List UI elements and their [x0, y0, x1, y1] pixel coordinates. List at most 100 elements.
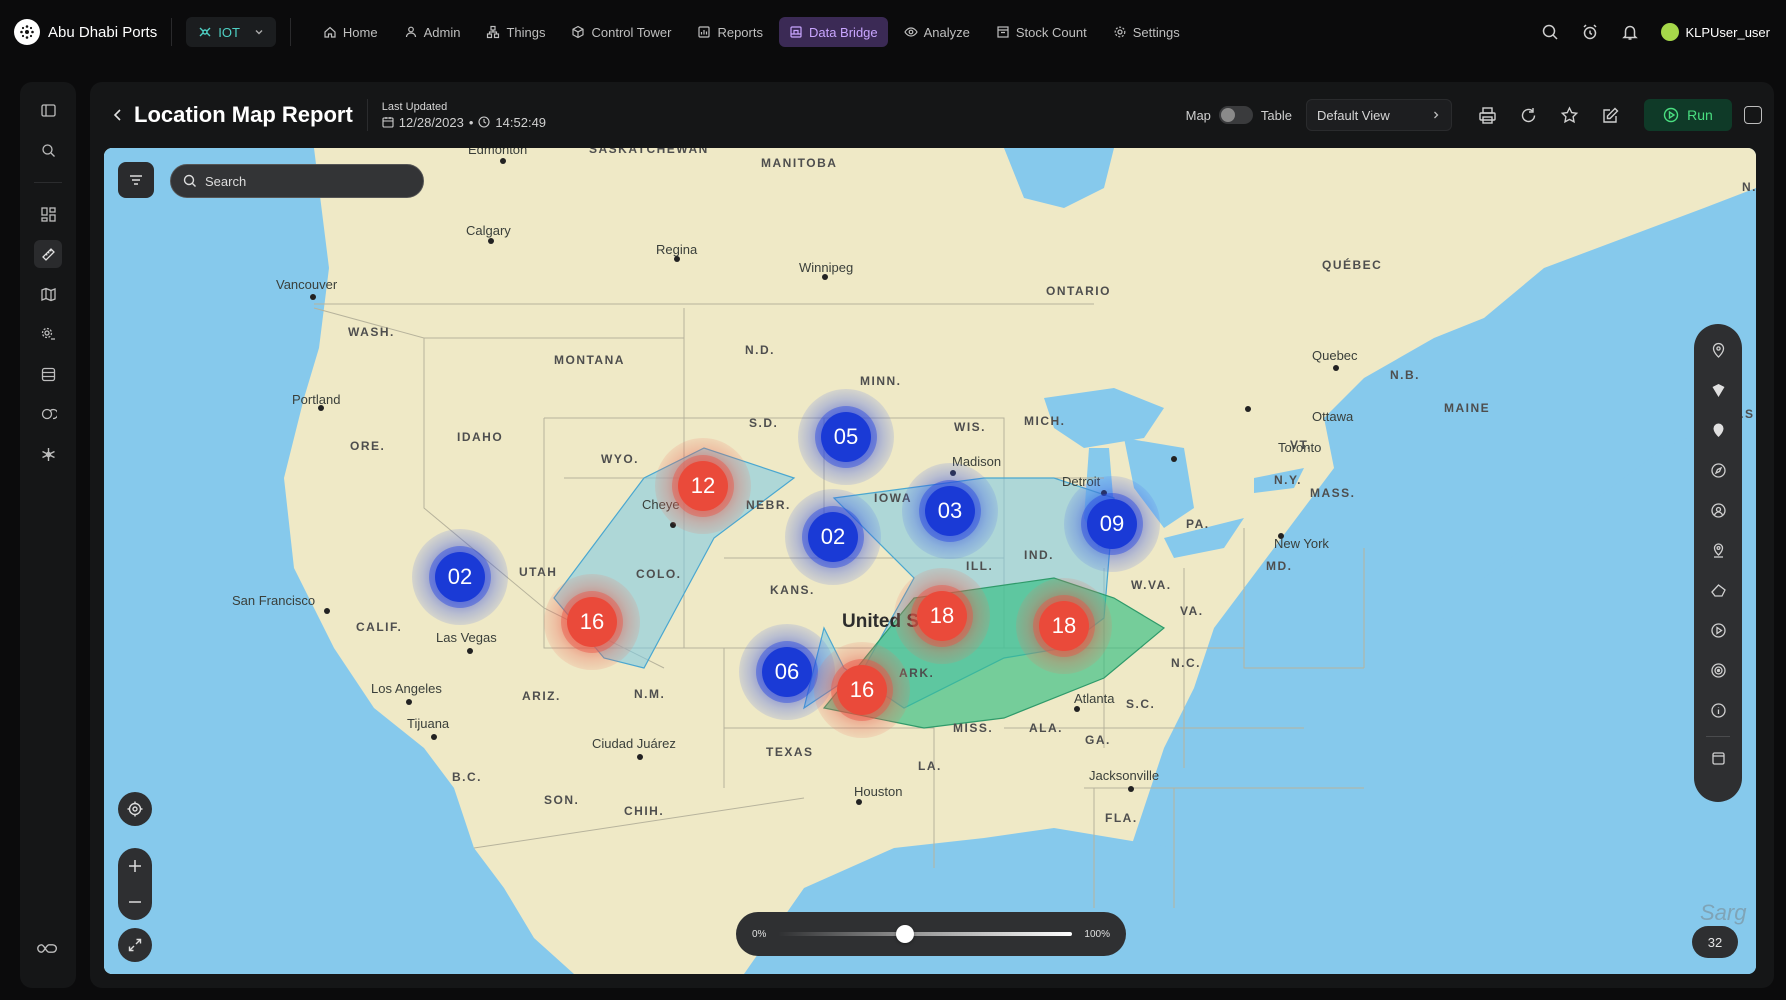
cluster-marker[interactable]: 16 [544, 574, 640, 670]
location-map[interactable]: SASKATCHEWAN MANITOBA ONTARIO QUÉBEC WASH. MO… [104, 148, 1756, 974]
view-select[interactable]: Default View [1306, 99, 1452, 131]
sidebar-dashboard[interactable] [34, 200, 62, 228]
cluster-count: 06 [762, 647, 812, 697]
city-marker [324, 608, 330, 614]
cluster-marker[interactable]: 05 [798, 389, 894, 485]
nav-label: Settings [1132, 24, 1180, 40]
map-region-label: MISS. [953, 721, 994, 735]
chevron-down-icon [254, 25, 264, 40]
map-region-label: PA. [1186, 517, 1210, 531]
chat-icon [41, 408, 57, 419]
user-menu[interactable]: KLPUser_user [1661, 23, 1770, 41]
map-icon [40, 287, 56, 301]
minus-icon [129, 901, 141, 903]
run-button[interactable]: Run [1644, 99, 1732, 131]
slider-thumb[interactable] [895, 925, 914, 943]
info-tool[interactable] [1708, 700, 1728, 720]
print-icon[interactable] [1478, 106, 1497, 125]
cluster-count: 16 [567, 597, 617, 647]
location-pin-tool[interactable] [1708, 340, 1728, 360]
sidebar-star[interactable] [34, 440, 62, 468]
app-switcher[interactable]: IOT [186, 17, 276, 47]
nav-home[interactable]: Home [313, 17, 388, 47]
sidebar-chat[interactable] [34, 400, 62, 428]
brand[interactable]: Abu Dhabi Ports [14, 19, 157, 45]
nav-stock-count[interactable]: Stock Count [986, 17, 1097, 47]
crosshair-icon [127, 801, 143, 817]
sidebar-database[interactable] [34, 360, 62, 388]
info-icon [1710, 702, 1726, 718]
map-search[interactable] [170, 164, 424, 198]
nav-control-tower[interactable]: Control Tower [561, 17, 681, 47]
cluster-marker[interactable]: 03 [902, 463, 998, 559]
playback-tool[interactable] [1708, 620, 1728, 640]
map-region-label: S.C. [1126, 697, 1156, 711]
shield-pin-tool[interactable] [1708, 380, 1728, 400]
clock-icon [478, 116, 490, 128]
divider [289, 18, 291, 46]
nav-data-bridge[interactable]: Data Bridge [778, 17, 888, 47]
zoom-in-button[interactable] [118, 848, 152, 884]
map-city-label: Los Angeles [371, 681, 442, 696]
opacity-slider[interactable]: 0% 100% [736, 912, 1126, 956]
city-marker [318, 405, 324, 411]
cluster-marker[interactable]: 02 [412, 529, 508, 625]
nav-reports[interactable]: Reports [687, 17, 773, 47]
star-icon[interactable] [1560, 105, 1579, 125]
locate-button[interactable] [118, 792, 152, 826]
sidebar-map[interactable] [34, 280, 62, 308]
nav-label: Data Bridge [808, 24, 878, 40]
half-pin-tool[interactable] [1708, 420, 1728, 440]
play-circle-icon [1710, 622, 1726, 638]
map-table-toggle[interactable] [1218, 106, 1253, 124]
eye-icon [903, 27, 918, 37]
compass-tool[interactable] [1708, 460, 1728, 480]
cluster-marker[interactable]: 12 [655, 438, 751, 534]
map-region-label: N.M. [634, 687, 666, 701]
fullscreen-button[interactable] [1744, 106, 1762, 124]
polygon-tool[interactable] [1708, 580, 1728, 600]
last-updated-date: 12/28/2023 [398, 114, 464, 130]
slider-max-label: 100% [1084, 928, 1110, 940]
map-region-label: WYO. [601, 452, 639, 466]
slider-track[interactable] [778, 925, 1073, 943]
nav-admin[interactable]: Admin [394, 17, 471, 47]
cluster-marker[interactable]: 16 [814, 642, 910, 738]
back-button[interactable] [108, 105, 128, 125]
cluster-count: 02 [808, 512, 858, 562]
sidebar-ruler[interactable] [34, 240, 62, 268]
sidebar-toggle[interactable] [34, 96, 62, 124]
cluster-marker[interactable]: 09 [1064, 476, 1160, 572]
cluster-marker[interactable]: 02 [785, 489, 881, 585]
map-pin-icon [1712, 342, 1724, 358]
edit-icon[interactable] [1601, 106, 1620, 125]
nav-things[interactable]: Things [476, 17, 555, 47]
search-icon[interactable] [1541, 23, 1559, 41]
map-city-label: Atlanta [1074, 691, 1115, 706]
bell-icon[interactable] [1621, 23, 1639, 41]
city-marker [1074, 706, 1080, 712]
alarm-clock-icon[interactable] [1581, 23, 1599, 41]
city-marker [1333, 365, 1339, 371]
search-icon [41, 143, 55, 157]
pin-outline-tool[interactable] [1708, 540, 1728, 560]
search-input[interactable] [205, 173, 405, 189]
refresh-icon[interactable] [1519, 106, 1538, 125]
sidebar-infinity[interactable] [34, 934, 62, 962]
sidebar-api-settings[interactable] [34, 320, 62, 348]
sidebar-search[interactable] [34, 136, 62, 164]
radius-tool[interactable] [1708, 500, 1728, 520]
layers-tool[interactable] [1708, 748, 1728, 768]
left-sidebar [20, 82, 76, 988]
nav-analyze[interactable]: Analyze [894, 17, 980, 47]
geofence-tool[interactable] [1708, 660, 1728, 680]
cluster-marker[interactable]: 18 [1016, 578, 1112, 674]
map-city-label: San Francisco [232, 593, 316, 608]
city-marker [674, 256, 680, 262]
filter-button[interactable] [118, 162, 154, 198]
city-marker [488, 238, 494, 244]
nav-settings[interactable]: Settings [1103, 17, 1190, 47]
zoom-out-button[interactable] [118, 884, 152, 920]
expand-button[interactable] [118, 928, 152, 962]
cluster-marker[interactable]: 18 [894, 568, 990, 664]
